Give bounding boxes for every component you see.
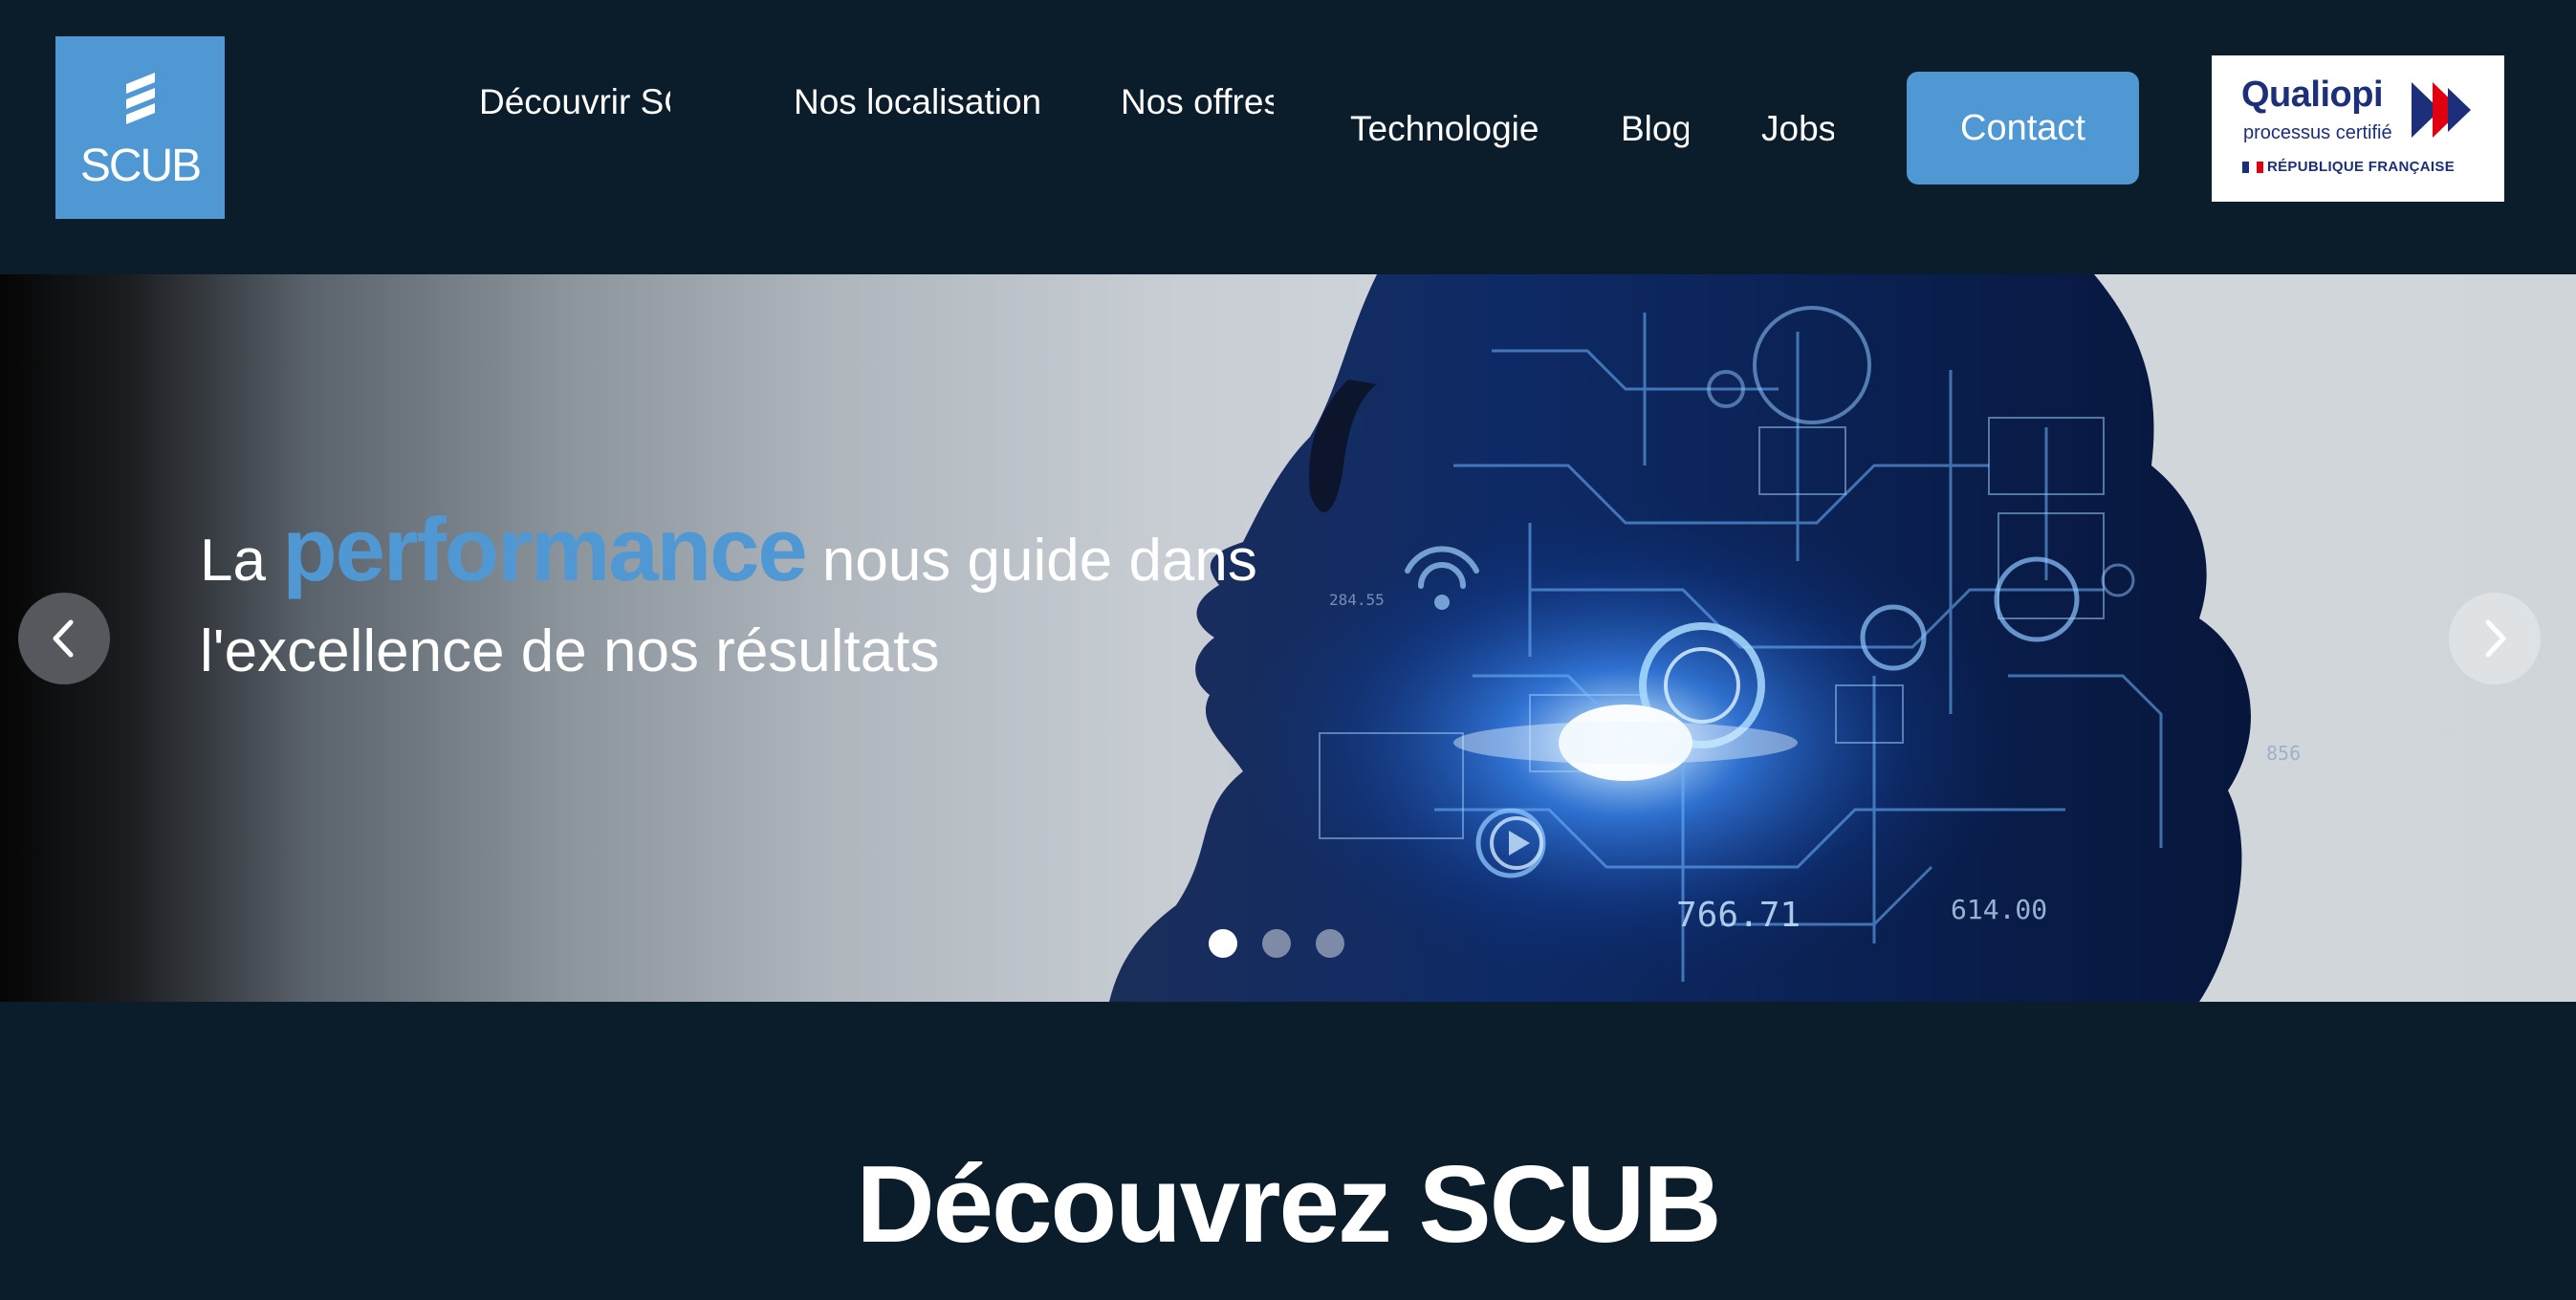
hero-headline: La performance nous guide dans l'excelle… xyxy=(200,505,1347,700)
contact-button[interactable]: Contact xyxy=(1907,72,2139,184)
carousel-indicators xyxy=(1209,929,1344,958)
chevron-left-icon xyxy=(53,619,74,658)
hero-number: 766.71 xyxy=(1676,896,1801,935)
hero-line1-prefix: La xyxy=(200,528,283,594)
site-header: SCUB Découvrir SCUB Nos localisations No… xyxy=(0,0,2576,274)
french-flag-icon xyxy=(2242,161,2263,173)
nav-technologie[interactable]: Technologie xyxy=(1350,101,1549,156)
chevron-right-icon xyxy=(2485,619,2506,658)
nav-nos-localisations[interactable]: Nos localisations xyxy=(794,75,1042,129)
qualiopi-title: Qualiopi xyxy=(2241,75,2384,115)
nav-blog[interactable]: Blog xyxy=(1621,101,1689,156)
qualiopi-republique: RÉPUBLIQUE FRANÇAISE xyxy=(2267,159,2456,175)
hero-line-1: La performance nous guide dans xyxy=(200,505,1347,604)
hero-number: 614.00 xyxy=(1951,894,2047,925)
scub-logo-mark-icon xyxy=(125,73,155,124)
carousel-dot-3[interactable] xyxy=(1316,929,1344,958)
scub-logo[interactable]: SCUB xyxy=(55,36,225,219)
nav-decouvrir-scub[interactable]: Découvrir SCUB xyxy=(479,75,670,129)
hero-accent-word: performance xyxy=(282,499,807,599)
hero-line-2: l'excellence de nos résultats xyxy=(200,618,940,684)
carousel-prev-button[interactable] xyxy=(18,593,110,684)
hero-line1-suffix: nous guide dans xyxy=(805,528,1257,594)
nav-nos-offres[interactable]: Nos offres xyxy=(1121,75,1274,129)
logo-text: SCUB xyxy=(79,141,202,191)
carousel-next-button[interactable] xyxy=(2449,593,2541,684)
qualiopi-subtitle: processus certifié xyxy=(2243,122,2392,143)
hero-carousel: 766.71 614.00 856 284.55 La performance … xyxy=(0,274,2576,1002)
nav-jobs[interactable]: Jobs xyxy=(1761,101,1834,156)
carousel-dot-1[interactable] xyxy=(1209,929,1237,958)
carousel-dot-2[interactable] xyxy=(1262,929,1291,958)
qualiopi-badge: Qualiopi processus certifié RÉPUBLIQUE F… xyxy=(2212,55,2504,202)
hero-number: 856 xyxy=(2266,742,2301,765)
qualiopi-arrows-icon xyxy=(2412,82,2471,138)
section-title: Découvrez SCUB xyxy=(856,1144,1721,1266)
